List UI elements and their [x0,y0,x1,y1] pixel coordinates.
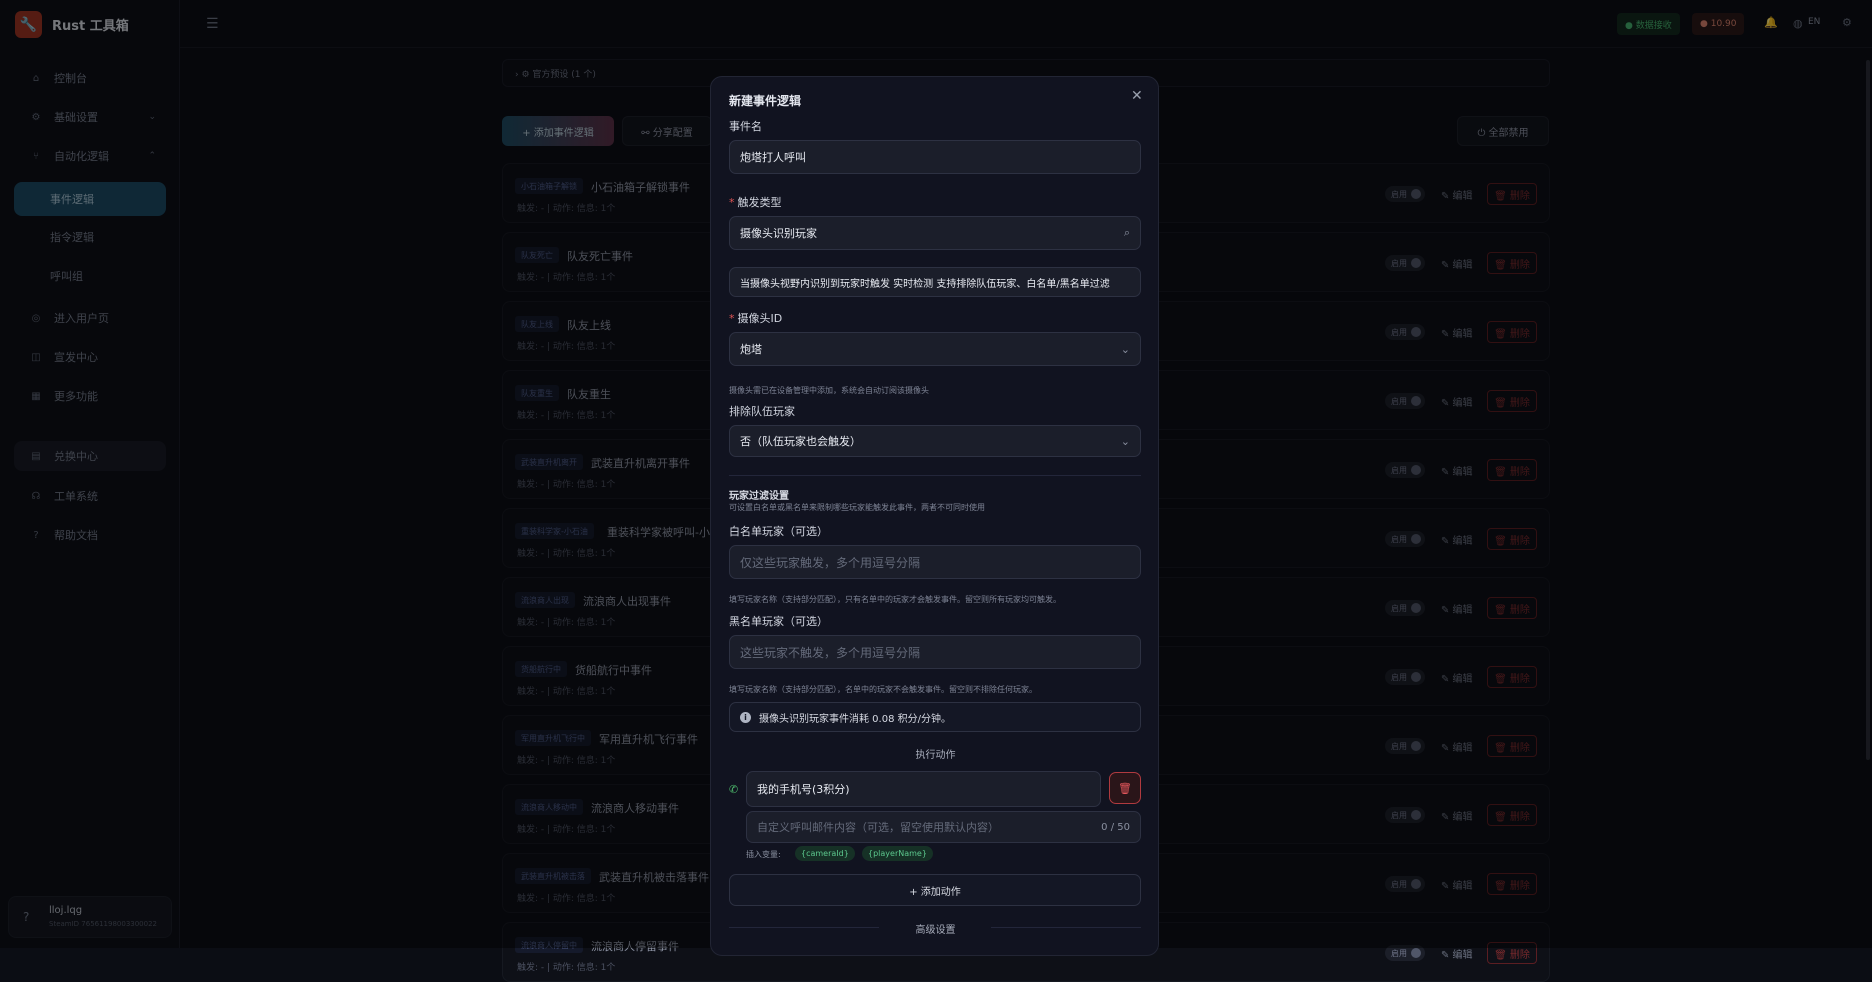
camera-id-select[interactable]: 炮塔 ⌄ [729,332,1141,366]
cost-info: i 摄像头识别玩家事件消耗 0.08 积分/分钟。 [729,702,1141,732]
new-event-modal: 新建事件逻辑 ✕ 事件名 炮塔打人呼叫 * 触发类型 摄像头识别玩家 ⌕ 当摄像头视… [710,76,1159,956]
call-message-input[interactable]: 自定义呼叫邮件内容（可选，留空使用默认内容） 0 / 50 [746,811,1141,843]
var-camera-id-chip[interactable]: {cameraId} [795,846,855,861]
var-player-name-chip[interactable]: {playerName} [862,846,933,861]
exclude-team-label: 排除队伍玩家 [729,405,795,418]
char-counter: 0 / 50 [1101,821,1130,833]
insert-vars-label: 插入变量: [746,850,781,859]
close-icon[interactable]: ✕ [1131,88,1143,104]
cost-info-text: 摄像头识别玩家事件消耗 0.08 积分/分钟。 [759,713,951,725]
search-icon: ⌕ [1123,226,1130,239]
chevron-down-icon: ⌄ [1120,342,1130,356]
toggle-knob [1411,948,1421,958]
phone-icon: ✆ [729,783,739,796]
player-filter-desc: 可设置白名单或黑名单来限制哪些玩家能触发此事件，两者不可同时使用 [729,503,985,512]
trash-icon: 🗑 [1118,781,1132,795]
camera-hint: 摄像头需已在设备管理中添加，系统会自动订阅该摄像头 [729,386,929,395]
trigger-description: 当摄像头视野内识别到玩家时触发 实时检测 支持排除队伍玩家、白名单/黑名单过滤 [729,267,1141,297]
player-filter-title: 玩家过滤设置 [729,491,789,502]
action-select[interactable]: 我的手机号(3积分) [746,771,1101,807]
event-name-input[interactable]: 炮塔打人呼叫 [729,140,1141,174]
actions-title: 执行动作 [915,750,956,761]
modal-title: 新建事件逻辑 [729,94,802,108]
trigger-type-label: * 触发类型 [729,196,782,209]
add-action-button[interactable]: + 添加动作 [729,874,1141,906]
event-meta: 触发: - | 动作: 信息: 1个 [517,963,616,973]
blacklist-input[interactable]: 这些玩家不触发，多个用逗号分隔 [729,635,1141,669]
advanced-settings-title: 高级设置 [915,925,956,936]
trigger-type-select[interactable]: 摄像头识别玩家 ⌕ [729,216,1141,250]
divider [991,927,1141,928]
whitelist-label: 白名单玩家（可选） [729,525,828,538]
delete-action-button[interactable]: 🗑 [1109,772,1141,804]
whitelist-input[interactable]: 仅这些玩家触发，多个用逗号分隔 [729,545,1141,579]
event-name-label: 事件名 [729,120,762,133]
divider [729,475,1141,476]
whitelist-hint: 填写玩家名称（支持部分匹配），只有名单中的玩家才会触发事件。留空则所有玩家均可触… [729,595,1061,604]
info-icon: i [740,711,751,723]
edit-button[interactable]: ✎ 编辑 [1441,946,1473,961]
chevron-down-icon: ⌄ [1120,434,1130,448]
exclude-team-select[interactable]: 否（队伍玩家也会触发） ⌄ [729,425,1141,457]
blacklist-hint: 填写玩家名称（支持部分匹配），名单中的玩家不会触发事件。留空则不排除任何玩家。 [729,685,1037,694]
blacklist-label: 黑名单玩家（可选） [729,615,828,628]
camera-id-label: * 摄像头ID [729,312,783,325]
